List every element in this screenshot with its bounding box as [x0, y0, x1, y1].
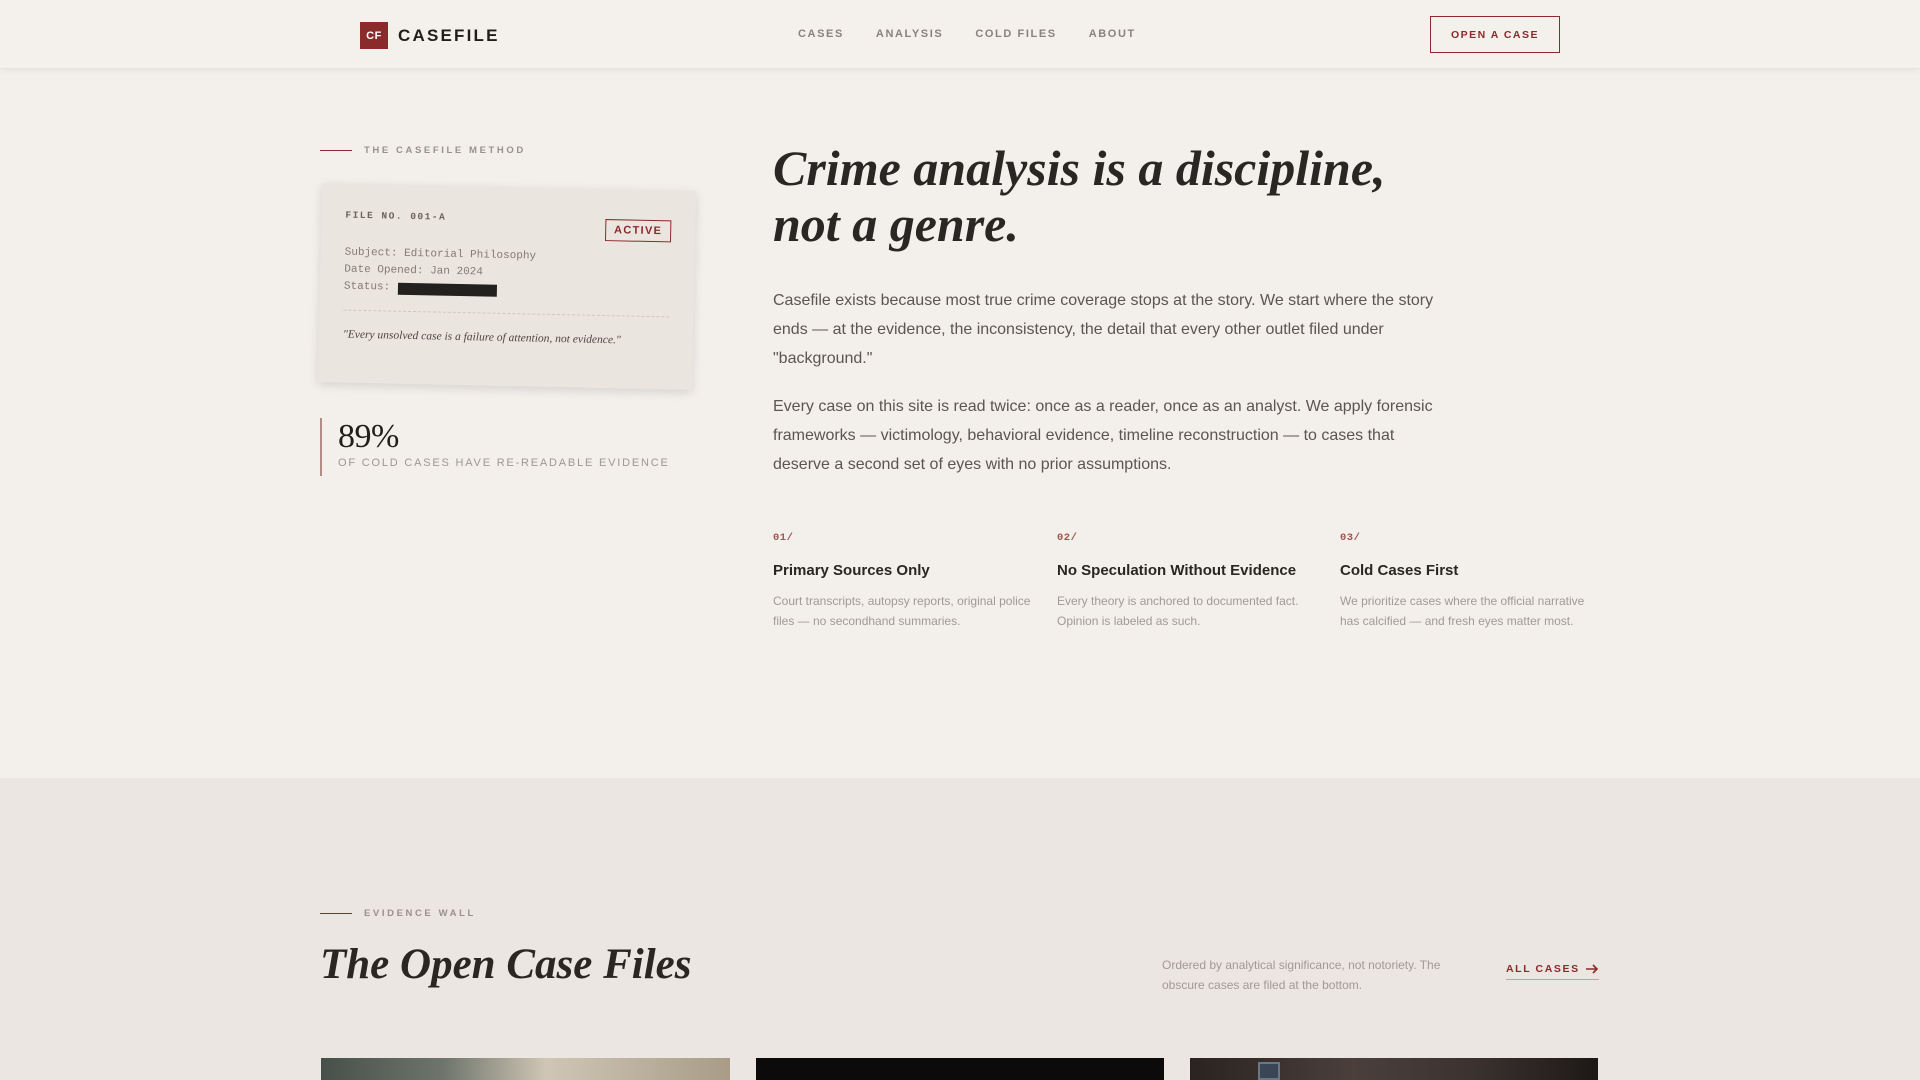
pillar-number: 02/ [1057, 532, 1078, 544]
nav-link-cases[interactable]: CASES [798, 28, 844, 40]
intro-paragraph-2: Every case on this site is read twice: o… [773, 398, 1433, 473]
logo-text: CASEFILE [398, 25, 500, 45]
all-cases-label: ALL CASES [1506, 963, 1580, 975]
headline-line-1: Crime analysis is a discipline, [773, 140, 1386, 196]
pillar-3: 03/ Cold Cases First We prioritize cases… [1340, 532, 1604, 631]
pillar-title: Cold Cases First [1340, 562, 1459, 579]
headline-line-2: not a genre. [773, 196, 1019, 252]
eyebrow-rule [320, 913, 352, 914]
page-headline: Crime analysis is a discipline, not a ge… [773, 140, 1433, 252]
eyebrow-rule [320, 150, 352, 151]
arrow-right-icon [1585, 964, 1598, 974]
eyebrow-label: EVIDENCE WALL [364, 908, 476, 919]
pillar-description: Every theory is anchored to documented f… [1057, 594, 1299, 628]
logo-mark-icon: CF [360, 22, 388, 49]
site-header: CF CASEFILE CASES ANALYSIS COLD FILES AB… [0, 0, 1920, 69]
pillar-number: 01/ [773, 532, 794, 544]
file-status-label: Status: [343, 280, 391, 294]
nav-link-analysis[interactable]: ANALYSIS [876, 28, 943, 40]
all-cases-link[interactable]: ALL CASES [1506, 963, 1599, 980]
stat-value: 89% [338, 418, 399, 455]
nav-link-about[interactable]: ABOUT [1089, 28, 1136, 40]
pillar-title: No Speculation Without Evidence [1057, 562, 1297, 579]
stat-block: 89% OF COLD CASES HAVE RE-READABLE EVIDE… [320, 418, 670, 476]
method-eyebrow: THE CASEFILE METHOD [320, 145, 526, 156]
pillar-1: 01/ Primary Sources Only Court transcrip… [773, 532, 1037, 631]
file-quote: "Every unsolved case is a failure of att… [342, 328, 621, 347]
pillar-description: Court transcripts, autopsy reports, orig… [773, 594, 1031, 628]
section-note: Ordered by analytical significance, not … [1162, 958, 1441, 992]
dashed-divider [343, 309, 670, 318]
status-badge: ACTIVE [604, 219, 672, 243]
file-meta: Subject: Editorial Philosophy Date Opene… [344, 245, 671, 303]
case-card-image-1[interactable] [321, 1058, 730, 1080]
open-a-case-button[interactable]: OPEN A CASE [1430, 16, 1560, 53]
section-title: The Open Case Files [320, 941, 692, 988]
case-card-image-2[interactable] [756, 1058, 1164, 1080]
nav-link-cold-files[interactable]: COLD FILES [975, 28, 1056, 40]
pillar-2: 02/ No Speculation Without Evidence Ever… [1057, 532, 1321, 631]
case-card-image-3[interactable] [1190, 1058, 1598, 1080]
stat-label: OF COLD CASES HAVE RE-READABLE EVIDENCE [338, 457, 670, 469]
main-nav: CASES ANALYSIS COLD FILES ABOUT [798, 28, 1136, 40]
pillar-title: Primary Sources Only [773, 562, 930, 579]
logo[interactable]: CF CASEFILE [360, 22, 500, 49]
intro-paragraph-1: Casefile exists because most true crime … [773, 292, 1434, 367]
eyebrow-label: THE CASEFILE METHOD [364, 145, 526, 156]
file-card: FILE NO. 001-A ACTIVE Subject: Editorial… [317, 183, 697, 390]
pillar-description: We prioritize cases where the official n… [1340, 594, 1585, 628]
window-shape [1258, 1062, 1280, 1080]
redaction-bar [398, 282, 498, 297]
evidence-section [0, 778, 1920, 1080]
pillar-number: 03/ [1340, 532, 1361, 544]
evidence-eyebrow: EVIDENCE WALL [320, 908, 476, 919]
